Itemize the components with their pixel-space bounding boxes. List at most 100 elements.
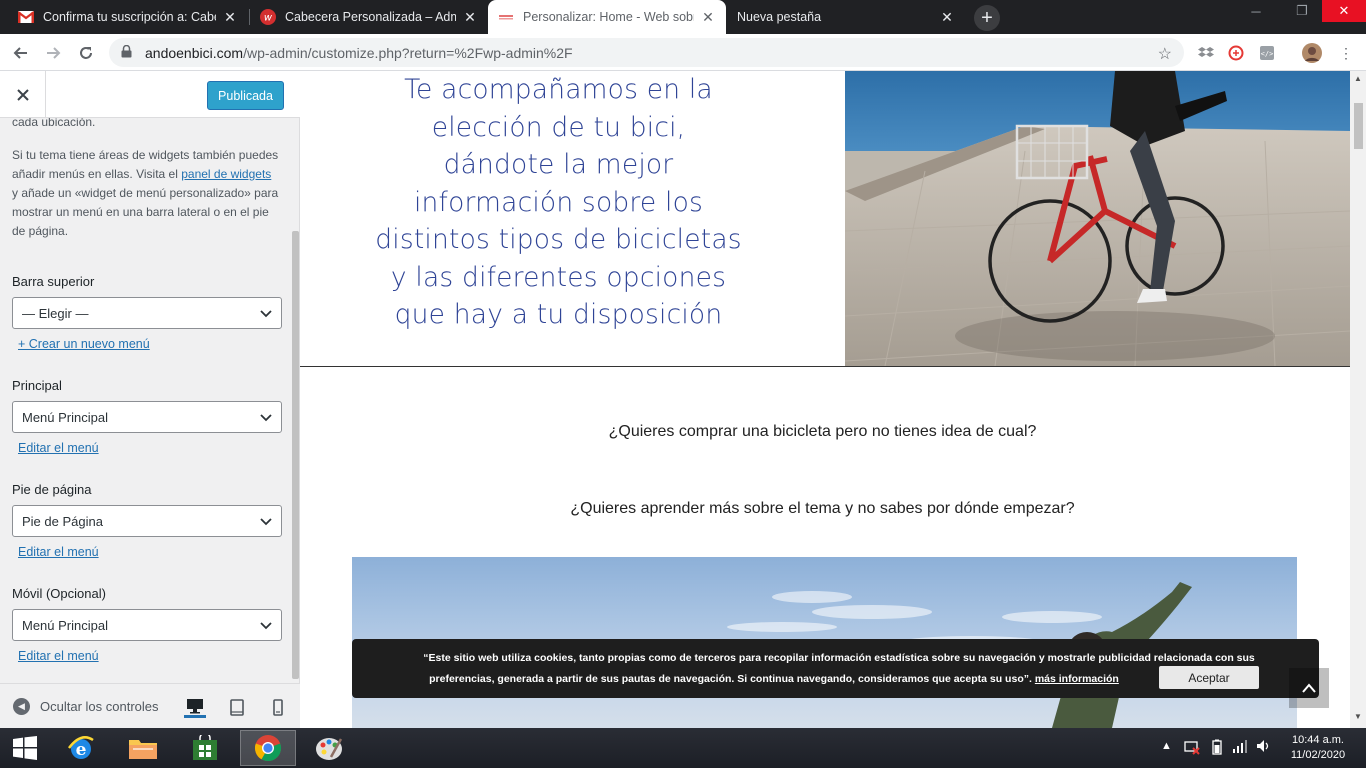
location-label-mobile: Móvil (Opcional)	[12, 586, 106, 601]
site-favicon-icon: w	[260, 9, 276, 25]
question-buy-bike: ¿Quieres comprar una bicicleta pero no t…	[608, 423, 1037, 440]
file-explorer-icon[interactable]	[118, 730, 168, 766]
close-tab-icon[interactable]: ✕	[222, 9, 238, 25]
windows-store-icon[interactable]	[180, 730, 230, 766]
tab-title: Cabecera Personalizada – Admin	[285, 10, 456, 24]
mobile-preview-button[interactable]	[267, 696, 289, 718]
reload-icon	[80, 47, 92, 59]
arrow-left-icon	[13, 47, 27, 59]
close-customizer-button[interactable]	[0, 71, 46, 118]
code-extension-icon[interactable]: </>	[1257, 43, 1277, 63]
restore-button[interactable]: ❐	[1284, 0, 1320, 22]
forward-button[interactable]	[40, 40, 66, 66]
page-favicon-icon	[498, 9, 514, 25]
top-bar-menu-select[interactable]: — Elegir —	[12, 297, 282, 329]
system-clock[interactable]: 10:44 a.m. 11/02/2020	[1280, 733, 1356, 763]
customizer-panel: cada ubicación. Si tu tema tiene áreas d…	[0, 118, 300, 683]
volume-icon[interactable]	[1256, 739, 1272, 756]
new-tab-button[interactable]: +	[974, 5, 1000, 31]
signal-icon[interactable]	[1232, 739, 1248, 756]
tab-title: Nueva pestaña	[737, 10, 822, 24]
scroll-thumb[interactable]	[1354, 103, 1363, 149]
chrome-taskbar-icon[interactable]	[240, 730, 296, 766]
close-tab-icon[interactable]: ✕	[462, 9, 478, 25]
customizer-footer: ◀ Ocultar los controles	[0, 683, 300, 728]
bookmark-star-icon[interactable]: ☆	[1158, 44, 1172, 64]
publish-button[interactable]: Publicada	[207, 81, 284, 110]
svg-text:w: w	[264, 13, 273, 24]
chevron-down-icon	[260, 622, 272, 630]
menu-dots-icon[interactable]: ⋮	[1336, 43, 1356, 63]
windows-taskbar: e ▲ 10:44 a.m. 11/02/2020	[0, 728, 1366, 768]
create-menu-link[interactable]: + Crear un nuevo menú	[18, 337, 150, 351]
tablet-preview-button[interactable]	[226, 696, 248, 718]
paint-icon[interactable]	[304, 730, 354, 766]
chevron-down-icon	[260, 414, 272, 422]
network-warning-icon[interactable]	[1184, 739, 1200, 758]
intro-top-text: cada ubicación.	[12, 118, 96, 129]
profile-avatar[interactable]	[1302, 43, 1322, 63]
windows-start-button[interactable]	[0, 730, 50, 766]
extension-icon[interactable]	[1226, 43, 1246, 63]
cookie-banner: “Este sitio web utiliza cookies, tanto p…	[352, 639, 1319, 698]
url-domain: andoenbici.com	[145, 44, 244, 61]
edit-footer-menu-link[interactable]: Editar el menú	[18, 545, 99, 559]
windows-logo-icon	[13, 736, 37, 760]
edit-mobile-menu-link[interactable]: Editar el menú	[18, 649, 99, 663]
address-bar[interactable]: andoenbici.com/wp-admin/customize.php?re…	[109, 38, 1184, 67]
browser-tab-strip: Confirma tu suscripción a: Cabec ✕ w Cab…	[0, 0, 1366, 34]
location-label-top-bar: Barra superior	[12, 274, 95, 289]
intro-paragraph: Si tu tema tiene áreas de widgets tambié…	[12, 148, 279, 238]
accept-cookies-button[interactable]: Aceptar	[1159, 666, 1259, 689]
browser-toolbar: andoenbici.com/wp-admin/customize.php?re…	[0, 34, 1366, 71]
browser-tab-nueva[interactable]: Nueva pestaña ✕	[727, 0, 965, 34]
chevron-down-icon	[260, 518, 272, 526]
main-menu-select[interactable]: Menú Principal	[12, 401, 282, 433]
location-label-footer: Pie de página	[12, 482, 92, 497]
browser-tab-cabecera[interactable]: w Cabecera Personalizada – Admin ✕	[250, 0, 488, 34]
preview-scrollbar[interactable]: ▲ ▼	[1350, 71, 1366, 728]
customizer-sidebar: Publicada cada ubicación. Si tu tema tie…	[0, 71, 300, 728]
more-info-link[interactable]: más información	[1035, 673, 1119, 685]
back-button[interactable]	[8, 40, 34, 66]
tab-title: Confirma tu suscripción a: Cabec	[43, 10, 216, 24]
tray-expand-icon[interactable]: ▲	[1161, 740, 1172, 752]
internet-explorer-icon[interactable]: e	[56, 730, 106, 766]
close-tab-icon[interactable]: ✕	[939, 9, 955, 25]
browser-tab-personalizar[interactable]: Personalizar: Home - Web sobre ✕	[488, 0, 726, 34]
url-path: /wp-admin/customize.php?return=%2Fwp-adm…	[243, 44, 573, 61]
browser-tab-gmail[interactable]: Confirma tu suscripción a: Cabec ✕	[8, 0, 248, 34]
scroll-up-icon: ▲	[1354, 74, 1362, 83]
close-tab-icon[interactable]: ✕	[700, 9, 716, 25]
lock-icon	[121, 44, 135, 61]
hero-heading: Te acompañamos en la elección de tu bici…	[375, 74, 742, 330]
arrow-right-icon	[47, 47, 61, 59]
location-label-main: Principal	[12, 378, 62, 393]
dropbox-icon[interactable]	[1196, 43, 1216, 63]
desktop-icon	[187, 698, 203, 713]
footer-menu-select[interactable]: Pie de Página	[12, 505, 282, 537]
reload-button[interactable]	[73, 40, 99, 66]
chevron-up-icon	[1302, 683, 1316, 693]
gmail-icon	[18, 9, 34, 25]
svg-text:e: e	[76, 740, 87, 760]
customizer-header: Publicada	[0, 71, 300, 118]
scroll-to-top-button[interactable]	[1289, 668, 1329, 708]
battery-icon[interactable]	[1212, 739, 1222, 758]
hide-controls-button[interactable]: ◀ Ocultar los controles	[13, 698, 159, 715]
minimize-button[interactable]: ─	[1238, 0, 1274, 22]
window-close-button[interactable]: ✕	[1322, 0, 1366, 22]
tab-title: Personalizar: Home - Web sobre	[523, 10, 694, 24]
widgets-panel-link[interactable]: panel de widgets	[181, 167, 271, 181]
sidebar-scrollbar[interactable]	[292, 231, 299, 679]
mobile-menu-select[interactable]: Menú Principal	[12, 609, 282, 641]
site-preview: Te acompañamos en la elección de tu bici…	[300, 71, 1350, 728]
bicycle-photo	[845, 71, 1350, 366]
edit-main-menu-link[interactable]: Editar el menú	[18, 441, 99, 455]
tablet-icon	[230, 698, 244, 716]
clock-time: 10:44 a.m.	[1292, 734, 1344, 746]
desktop-preview-button[interactable]	[184, 696, 206, 718]
scroll-down-icon: ▼	[1354, 712, 1362, 721]
chevron-down-icon	[260, 310, 272, 318]
close-icon	[16, 88, 29, 101]
